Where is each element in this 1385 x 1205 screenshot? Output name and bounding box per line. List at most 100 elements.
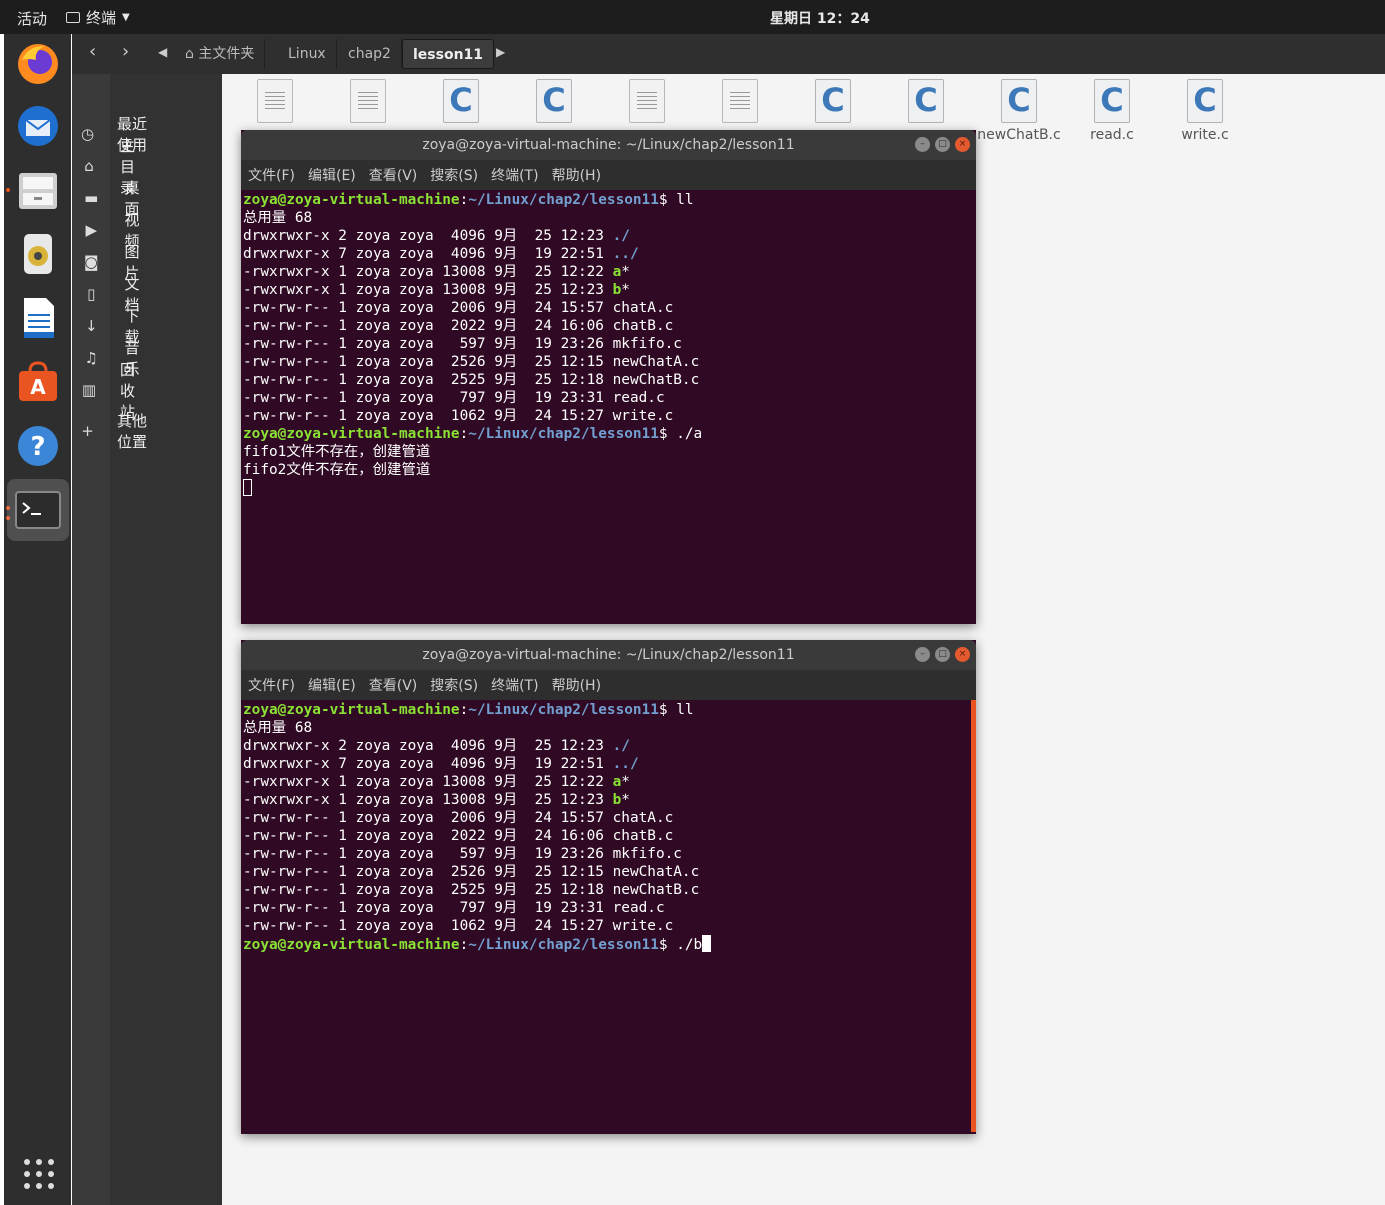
music-icon: ♫	[84, 349, 98, 367]
prompt-colon: :	[459, 702, 469, 718]
listing-meta: -rwxrwxr-x 1 zoya zoya 13008 9月 25 12:22	[243, 264, 613, 280]
terminal-window-a[interactable]: zoya@zoya-virtual-machine: ~/Linux/chap2…	[241, 130, 976, 624]
prompt-path: ~/Linux/chap2/lesson11	[468, 192, 659, 208]
show-applications-icon[interactable]	[24, 1159, 54, 1189]
file-item[interactable]	[323, 79, 413, 127]
menu-help[interactable]: 帮助(H)	[552, 165, 601, 185]
menu-view[interactable]: 查看(V)	[369, 675, 418, 695]
total-line: 总用量 68	[243, 720, 313, 736]
listing-row: -rw-rw-r-- 1 zoya zoya 2525 9月 25 12:18 …	[243, 371, 974, 389]
menu-terminal[interactable]: 终端(T)	[491, 675, 538, 695]
menu-edit[interactable]: 编辑(E)	[308, 165, 356, 185]
listing-row: -rw-rw-r-- 1 zoya zoya 2022 9月 24 16:06 …	[243, 317, 974, 335]
listing-meta: -rw-rw-r-- 1 zoya zoya 2006 9月 24 15:57	[243, 810, 613, 826]
listing-row: -rw-rw-r-- 1 zoya zoya 1062 9月 24 15:27 …	[243, 407, 974, 425]
listing-row: -rwxrwxr-x 1 zoya zoya 13008 9月 25 12:23…	[243, 281, 974, 299]
terminal-small-icon	[66, 12, 80, 23]
listing-meta: -rw-rw-r-- 1 zoya zoya 2525 9月 25 12:18	[243, 882, 613, 898]
file-item[interactable]: C	[788, 79, 878, 127]
maximize-icon[interactable]: □	[935, 647, 950, 662]
path-home[interactable]: ⌂ 主文件夹	[175, 39, 266, 69]
menu-edit[interactable]: 编辑(E)	[308, 675, 356, 695]
listing-row: drwxrwxr-x 2 zoya zoya 4096 9月 25 12:23 …	[243, 227, 974, 245]
terminal-icon[interactable]	[7, 479, 69, 541]
terminal-titlebar: zoya@zoya-virtual-machine: ~/Linux/chap2…	[241, 640, 976, 670]
back-button[interactable]: ‹	[89, 41, 96, 62]
listing-name: mkfifo.c	[612, 846, 682, 862]
caret-down-icon: ▼	[122, 12, 130, 23]
help-icon[interactable]: ?	[12, 420, 64, 472]
file-item[interactable]: Cwrite.c	[1160, 79, 1250, 143]
path-left-arrow-icon[interactable]: ◀	[158, 45, 167, 59]
file-item[interactable]: C	[509, 79, 599, 127]
menu-search[interactable]: 搜索(S)	[430, 675, 478, 695]
menu-search[interactable]: 搜索(S)	[430, 165, 478, 185]
files-icon[interactable]	[12, 164, 64, 216]
sidebar-item-trash[interactable]: ▥ 回收站	[80, 361, 147, 421]
listing-meta: -rw-rw-r-- 1 zoya zoya 2022 9月 24 16:06	[243, 828, 613, 844]
file-label: read.c	[1090, 127, 1134, 143]
terminal-output[interactable]: zoya@zoya-virtual-machine:~/Linux/chap2/…	[241, 700, 976, 954]
file-item[interactable]	[230, 79, 320, 127]
thunderbird-icon[interactable]	[12, 100, 64, 152]
c-source-file-icon: C	[443, 79, 479, 123]
folder-icon: ▬	[84, 189, 99, 207]
sidebar-item-plus[interactable]: + 其他位置	[80, 412, 147, 451]
listing-name: b	[612, 282, 622, 298]
close-icon[interactable]: ×	[955, 137, 970, 152]
listing-name: write.c	[612, 918, 674, 934]
menu-terminal[interactable]: 终端(T)	[491, 165, 538, 185]
menu-file[interactable]: 文件(F)	[248, 675, 295, 695]
listing-meta: -rw-rw-r-- 1 zoya zoya 2526 9月 25 12:15	[243, 864, 613, 880]
file-item[interactable]: Cread.c	[1067, 79, 1157, 143]
prompt-dollar: $	[658, 702, 677, 718]
prompt-dollar: $	[658, 937, 677, 953]
path-right-arrow-icon[interactable]: ▶	[496, 45, 505, 59]
sidebar-item-label: 其他位置	[117, 412, 148, 451]
minimize-icon[interactable]: –	[915, 647, 930, 662]
file-item[interactable]: CnewChatB.c	[974, 79, 1064, 143]
listing-meta: drwxrwxr-x 7 zoya zoya 4096 9月 19 22:51	[243, 756, 613, 772]
activities-button[interactable]: 活动	[17, 8, 47, 29]
file-item[interactable]	[602, 79, 692, 127]
cursor-line	[243, 479, 974, 497]
file-item[interactable]: C	[881, 79, 971, 127]
text-file-icon	[257, 79, 293, 123]
listing-row: drwxrwxr-x 2 zoya zoya 4096 9月 25 12:23 …	[243, 737, 974, 755]
rhythmbox-icon[interactable]	[12, 228, 64, 280]
file-item[interactable]: C	[416, 79, 506, 127]
maximize-icon[interactable]: □	[935, 137, 950, 152]
c-source-file-icon: C	[815, 79, 851, 123]
exec-marker: *	[621, 264, 630, 280]
menu-view[interactable]: 查看(V)	[369, 165, 418, 185]
path-lesson11[interactable]: lesson11	[402, 39, 495, 69]
clock[interactable]: 星期日 12：24	[770, 8, 870, 28]
listing-row: -rw-rw-r-- 1 zoya zoya 597 9月 19 23:26 m…	[243, 335, 974, 353]
listing-row: -rw-rw-r-- 1 zoya zoya 2526 9月 25 12:15 …	[243, 863, 974, 881]
listing-row: -rw-rw-r-- 1 zoya zoya 2525 9月 25 12:18 …	[243, 881, 974, 899]
software-center-icon[interactable]: A	[12, 356, 64, 408]
top-bar: 活动 终端 ▼ 星期日 12：24	[0, 0, 1385, 34]
terminal-window-b[interactable]: zoya@zoya-virtual-machine: ~/Linux/chap2…	[241, 640, 976, 1134]
menu-help[interactable]: 帮助(H)	[552, 675, 601, 695]
listing-name: newChatB.c	[612, 372, 700, 388]
close-icon[interactable]: ×	[955, 647, 970, 662]
libreoffice-writer-icon[interactable]	[12, 292, 64, 344]
text-file-icon	[629, 79, 665, 123]
firefox-icon[interactable]	[12, 38, 64, 90]
path-linux[interactable]: Linux	[278, 39, 337, 69]
exec-marker: *	[621, 282, 630, 298]
terminal-output[interactable]: zoya@zoya-virtual-machine:~/Linux/chap2/…	[241, 190, 976, 498]
text-cursor	[243, 479, 252, 496]
menu-file[interactable]: 文件(F)	[248, 165, 295, 185]
listing-meta: -rwxrwxr-x 1 zoya zoya 13008 9月 25 12:23	[243, 282, 613, 298]
path-chap2[interactable]: chap2	[338, 39, 402, 69]
listing-name: read.c	[612, 390, 665, 406]
app-menu[interactable]: 终端 ▼	[66, 7, 130, 28]
listing-row: -rw-rw-r-- 1 zoya zoya 797 9月 19 23:31 r…	[243, 389, 974, 407]
minimize-icon[interactable]: –	[915, 137, 930, 152]
running-indicator	[6, 188, 10, 192]
forward-button[interactable]: ›	[122, 41, 129, 62]
scrollbar[interactable]	[971, 700, 976, 1132]
file-item[interactable]	[695, 79, 785, 127]
